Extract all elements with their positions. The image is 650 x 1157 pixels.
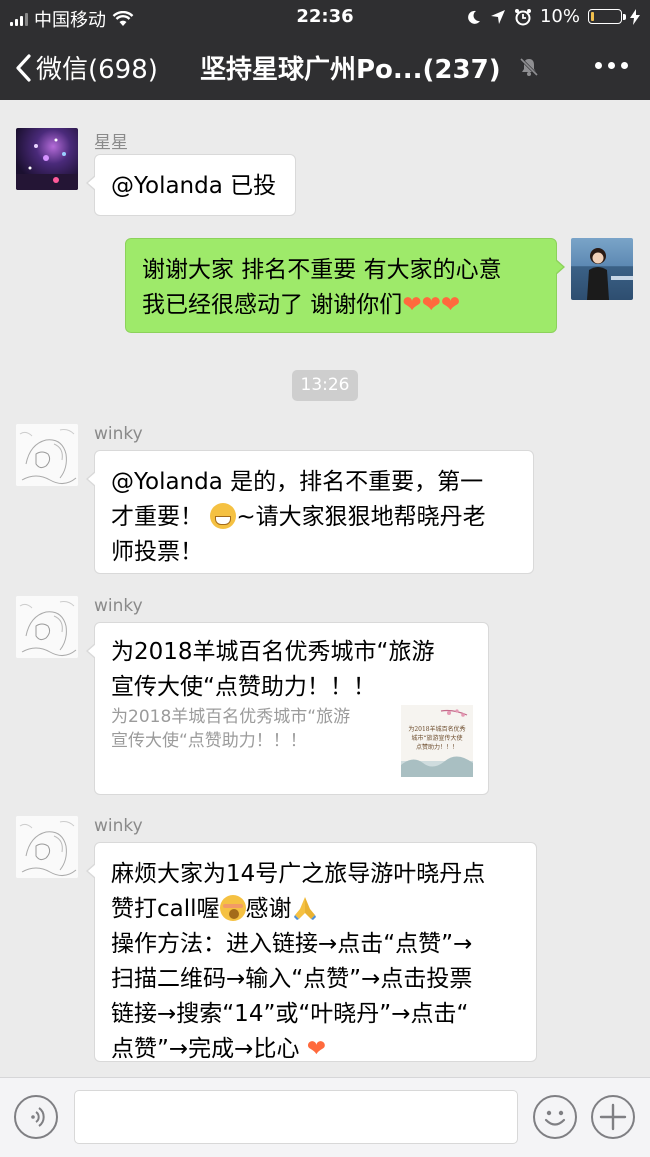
chat-title: 坚持星球广州Po...(237): [200, 55, 501, 85]
battery-percent: 10%: [539, 6, 580, 27]
battery-icon: [588, 9, 626, 24]
heart-emoji: ❤: [440, 292, 461, 318]
voice-button[interactable]: [14, 1095, 58, 1139]
grin-emoji: [210, 503, 237, 529]
avatar-image: [16, 424, 78, 486]
location-icon: [490, 9, 505, 24]
avatar-image: [16, 138, 78, 190]
status-bar: 中国移动 22:36 10%: [0, 0, 650, 34]
message-bubble[interactable]: 麻烦大家为14号广之旅导游叶晓丹点 赞打call喔 感谢 操作方法：进入链接→点击…: [86, 842, 537, 1062]
avatar-image: [587, 248, 633, 300]
input-bar: [0, 1077, 650, 1157]
message-bubble-self[interactable]: 谢谢大家 排名不重要 有大家的心意 我已经很感动了 谢谢你们❤❤❤: [125, 238, 565, 333]
sender-name: 星星: [94, 133, 128, 153]
heart-emoji: ❤: [402, 292, 422, 318]
back-button[interactable]: 微信(698): [14, 49, 158, 86]
smiley-icon: [544, 1110, 566, 1126]
thumbnail-image: 为2018羊城百名优秀 城市“旅游宣传大使 点赞助力！！！: [401, 705, 473, 777]
message-text-line2: 赞打call喔 感谢: [111, 892, 520, 927]
thumb-text: 为2018羊城百名优秀: [408, 725, 465, 733]
heart-emoji: ❤: [421, 292, 441, 318]
thumb-text-2: 城市“旅游宣传大使: [411, 734, 462, 742]
mute-bell-icon: [519, 57, 539, 77]
avatar-winky[interactable]: [16, 816, 78, 878]
thumb-text-3: 点赞助力！！！: [416, 743, 458, 751]
message-text: @Yolanda 是的，排名不重要，第一: [111, 469, 484, 495]
link-title: 为2018羊城百名优秀城市“旅游: [111, 639, 435, 665]
timestamp: 13:26: [292, 370, 358, 401]
avatar-winky[interactable]: [16, 424, 78, 486]
message-text-line3: 操作方法：进入链接→点击“点赞”→: [111, 931, 473, 957]
message-bubble[interactable]: @Yolanda 是的，排名不重要，第一 才重要！ ~请大家狠狠地帮晓丹老 师投…: [86, 450, 534, 574]
moon-icon: [468, 10, 480, 24]
message-bubble[interactable]: @Yolanda 已投: [86, 154, 296, 216]
message-text-line6: 点赞”→完成→比心 ❤: [111, 1036, 327, 1062]
link-title-line2: 宣传大使“点赞助力！！！: [111, 674, 376, 700]
link-card[interactable]: 为2018羊城百名优秀城市“旅游 宣传大使“点赞助力！！！ 为2018羊城百名优…: [86, 622, 489, 795]
message-text: 麻烦大家为14号广之旅导游叶晓丹点: [111, 861, 486, 887]
avatar-image: [16, 816, 78, 878]
heart-emoji: ❤: [306, 1036, 327, 1062]
message-text-line3: 师投票！: [111, 539, 203, 565]
charging-icon: [630, 8, 640, 25]
emoji-button[interactable]: [533, 1095, 577, 1139]
sender-name: winky: [94, 596, 143, 616]
sender-name: winky: [94, 424, 143, 444]
nav-bar: 微信(698) 坚持星球广州Po...(237): [0, 34, 650, 100]
avatar-xingxing[interactable]: [16, 128, 78, 190]
message-text-line5: 链接→搜索“14”或“叶晓丹”→点击“: [111, 1001, 469, 1027]
status-right: 10%: [466, 6, 640, 27]
message-text: 谢谢大家 排名不重要 有大家的心意: [142, 257, 502, 283]
alarm-icon: [514, 8, 531, 25]
voice-icon: [31, 1107, 45, 1127]
chevron-left-icon: [16, 53, 31, 82]
avatar-self[interactable]: [571, 238, 633, 300]
add-button[interactable]: [591, 1095, 635, 1139]
avatar-image: [16, 596, 78, 658]
message-input[interactable]: [74, 1090, 518, 1144]
message-text: @Yolanda 已投: [111, 173, 277, 199]
link-thumbnail: 为2018羊城百名优秀 城市“旅游宣传大使 点赞助力！！！: [401, 705, 473, 777]
plus-icon: [599, 1103, 627, 1131]
pray-emoji: [293, 897, 316, 920]
sender-name: winky: [94, 816, 143, 836]
message-text-line2: 才重要！ ~请大家狠狠地帮晓丹老: [111, 503, 486, 530]
message-text-line2: 我已经很感动了 谢谢你们❤❤❤: [142, 292, 461, 318]
message-text-line4: 扫描二维码→输入“点赞”→点击投票: [111, 966, 473, 992]
back-label: 微信(698): [36, 55, 158, 85]
link-description: 为2018羊城百名优秀城市“旅游 宣传大使“点赞助力！！！: [111, 707, 351, 751]
top-bar: 中国移动 22:36 10% 微信(698) 坚持星球广州Po...(237): [0, 0, 650, 100]
flushed-emoji: [219, 895, 246, 921]
avatar-winky[interactable]: [16, 596, 78, 658]
more-button[interactable]: [595, 62, 628, 69]
